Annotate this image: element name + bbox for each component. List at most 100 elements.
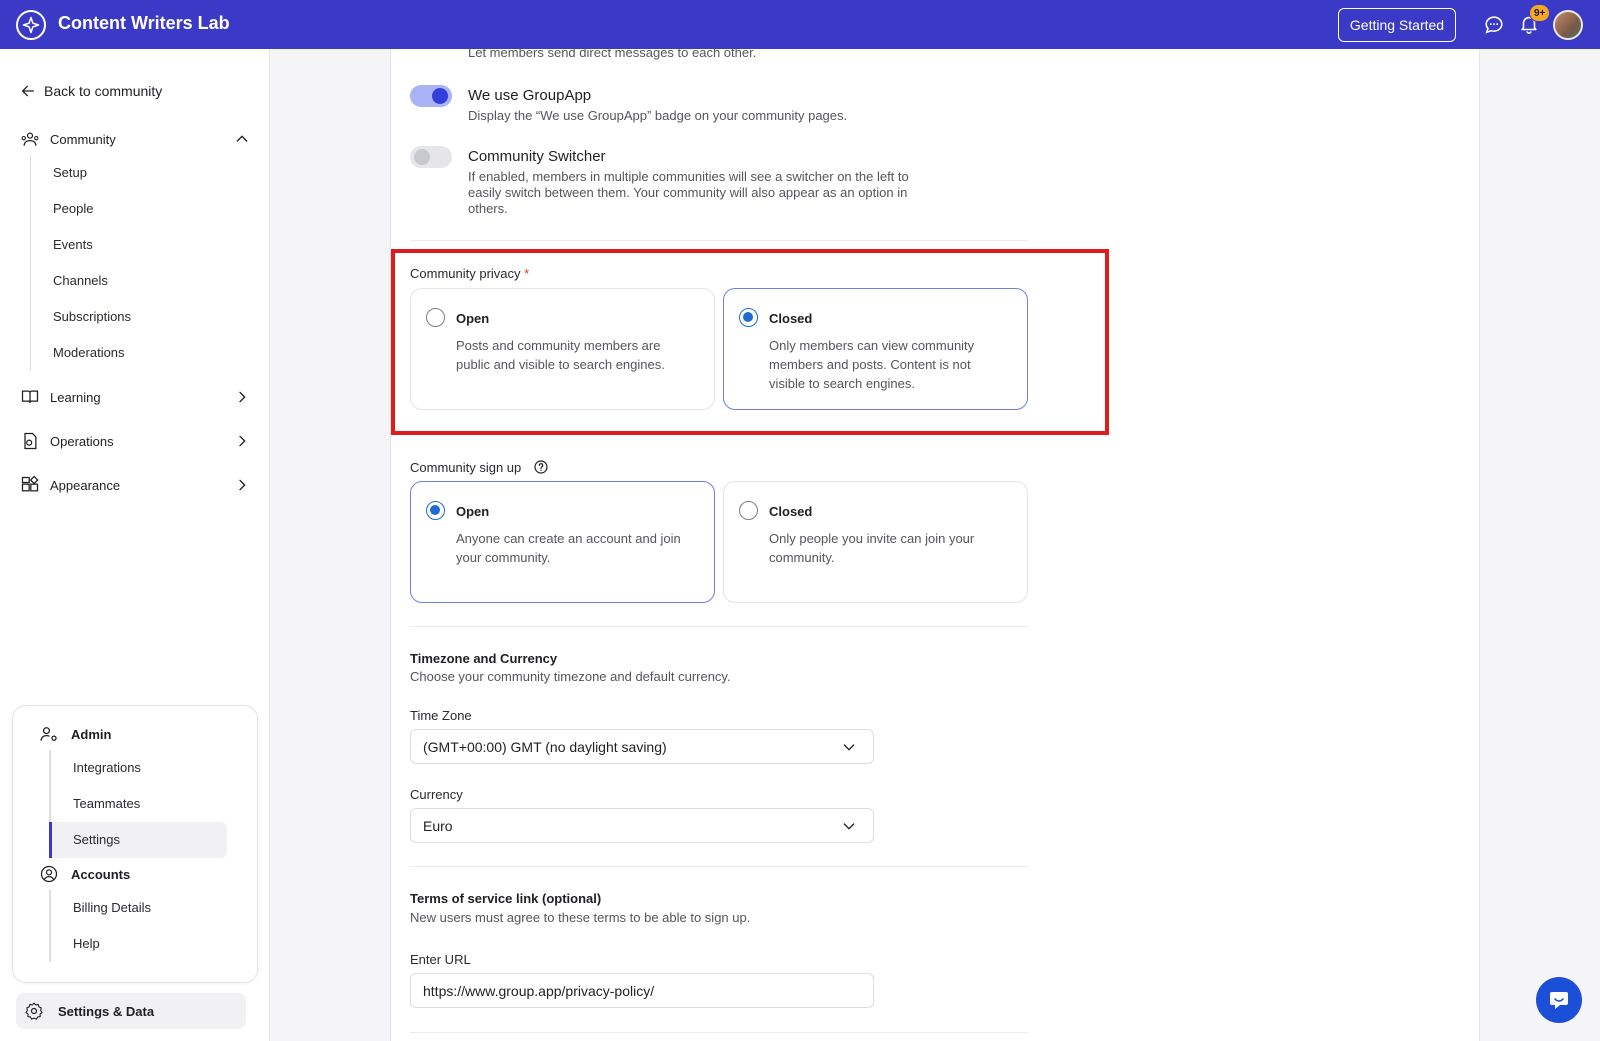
timezone-section-title: Timezone and Currency [410, 651, 558, 666]
admin-sub-list: Integrations Teammates Settings [49, 750, 229, 858]
url-label: Enter URL [410, 952, 471, 967]
privacy-closed-desc: Only members can view community members … [769, 338, 975, 391]
chevron-right-icon[interactable] [234, 433, 250, 449]
chat-icon[interactable] [1483, 14, 1505, 36]
signup-open-radio[interactable] [426, 501, 445, 520]
signup-closed-radio[interactable] [739, 501, 758, 520]
sidebar-item-settings[interactable]: Settings [49, 822, 227, 858]
chevron-right-icon[interactable] [234, 389, 250, 405]
toggle-knob [414, 149, 430, 165]
sidebar-item-subscriptions[interactable]: Subscriptions [31, 299, 131, 335]
settings-data-label: Settings & Data [58, 1003, 155, 1019]
community-signup-label-text: Community sign up [410, 459, 522, 475]
currency-value: Euro [423, 817, 453, 834]
chevron-down-icon [843, 744, 855, 751]
sidebar-item-setup[interactable]: Setup [31, 155, 131, 191]
sidebar-group-community[interactable]: Community [20, 129, 250, 149]
signup-open-title: Open [456, 504, 490, 519]
account-circle-icon [40, 865, 58, 883]
sidebar-item-billing-details[interactable]: Billing Details [51, 890, 229, 926]
signup-closed-option[interactable]: Closed Only people you invite can join y… [723, 481, 1028, 603]
community-switcher-title: Community Switcher [468, 148, 606, 165]
getting-started-button[interactable]: Getting Started [1338, 8, 1456, 42]
privacy-open-title: Open [456, 311, 490, 326]
gear-icon [25, 1002, 43, 1020]
community-sub-list: Setup People Events Channels Subscriptio… [30, 155, 131, 371]
currency-label: Currency [410, 787, 463, 802]
divider [410, 626, 1028, 627]
community-privacy-label: Community privacy * [410, 266, 529, 281]
sidebar-group-appearance[interactable]: Appearance [20, 475, 250, 495]
accounts-label: Accounts [71, 866, 131, 882]
sidebar-group-appearance-label: Appearance [50, 477, 121, 493]
sidebar-item-integrations[interactable]: Integrations [51, 750, 229, 786]
groupapp-desc: Display the “We use GroupApp” badge on y… [468, 108, 848, 123]
timezone-section-desc: Choose your community timezone and defau… [410, 669, 731, 684]
chevron-right-icon[interactable] [234, 477, 250, 493]
terms-url-input[interactable]: https://www.group.app/privacy-policy/ [410, 973, 874, 1008]
operations-icon [24, 432, 37, 450]
privacy-open-desc: Posts and community members are public a… [456, 338, 665, 372]
sidebar-group-learning[interactable]: Learning [20, 387, 250, 407]
chat-bubble-icon [1550, 992, 1568, 1009]
notification-badge: 9+ [1529, 4, 1551, 22]
back-to-community-link[interactable]: Back to community [20, 83, 162, 99]
community-switcher-toggle[interactable] [410, 146, 452, 168]
terms-section-desc: New users must agree to these terms to b… [410, 910, 751, 925]
support-chat-button[interactable] [1536, 977, 1582, 1023]
sidebar-group-operations-label: Operations [50, 433, 114, 449]
sidebar-item-events[interactable]: Events [31, 227, 131, 263]
privacy-closed-title: Closed [769, 311, 813, 326]
accounts-sub-list: Billing Details Help [49, 890, 229, 962]
admin-label: Admin [71, 726, 112, 742]
brand-logo-icon[interactable] [16, 10, 46, 40]
back-link-label: Back to community [44, 83, 163, 99]
sidebar-item-help[interactable]: Help [51, 926, 229, 962]
sidebar-group-operations[interactable]: Operations [20, 431, 250, 451]
groupapp-title: We use GroupApp [468, 87, 592, 104]
privacy-closed-radio[interactable] [739, 308, 758, 327]
community-signup-label: Community sign up [410, 459, 549, 475]
direct-messages-desc: Let members send direct messages to each… [468, 45, 757, 60]
help-icon[interactable] [533, 459, 549, 475]
sidebar-item-moderations[interactable]: Moderations [31, 335, 131, 371]
community-switcher-desc-2: easily switch between them. Your communi… [468, 185, 908, 200]
divider [410, 1032, 1028, 1033]
community-privacy-label-text: Community privacy [410, 266, 521, 281]
divider [410, 866, 1028, 867]
terms-section-title: Terms of service link (optional) [410, 891, 602, 906]
community-switcher-desc-3: others. [468, 201, 508, 216]
divider [410, 240, 1028, 241]
privacy-open-radio[interactable] [426, 308, 445, 327]
sidebar-group-community-label: Community [50, 131, 116, 147]
groupapp-toggle[interactable] [410, 85, 452, 107]
terms-url-value: https://www.group.app/privacy-policy/ [423, 982, 655, 999]
settings-data-button[interactable]: Settings & Data [16, 993, 246, 1029]
community-icon [21, 132, 39, 146]
sidebar-group-admin[interactable]: Admin [39, 724, 111, 744]
brand-name[interactable]: Content Writers Lab [58, 13, 230, 34]
timezone-select[interactable]: (GMT+00:00) GMT (no daylight saving) [410, 729, 874, 764]
timezone-label: Time Zone [410, 708, 472, 723]
chevron-up-icon[interactable] [234, 131, 250, 147]
sidebar-group-accounts[interactable]: Accounts [39, 864, 130, 884]
avatar[interactable] [1553, 10, 1583, 40]
chevron-down-icon [843, 823, 855, 830]
currency-select[interactable]: Euro [410, 808, 874, 843]
appearance-icon [21, 475, 39, 492]
signup-closed-title: Closed [769, 504, 813, 519]
privacy-open-option[interactable]: Open Posts and community members are pub… [410, 288, 715, 410]
toggle-knob [432, 88, 448, 104]
signup-open-desc: Anyone can create an account and join yo… [456, 531, 681, 565]
sidebar-group-learning-label: Learning [50, 389, 101, 405]
signup-open-option[interactable]: Open Anyone can create an account and jo… [410, 481, 715, 603]
timezone-value: (GMT+00:00) GMT (no daylight saving) [423, 738, 667, 755]
book-icon [21, 390, 39, 403]
sidebar-item-teammates[interactable]: Teammates [51, 786, 229, 822]
privacy-closed-option[interactable]: Closed Only members can view community m… [723, 288, 1028, 410]
admin-user-gear-icon [40, 727, 57, 741]
sidebar-item-channels[interactable]: Channels [31, 263, 131, 299]
arrow-left-icon [22, 85, 34, 97]
admin-card: Admin Integrations Teammates Settings Ac… [12, 705, 258, 983]
sidebar-item-people[interactable]: People [31, 191, 131, 227]
